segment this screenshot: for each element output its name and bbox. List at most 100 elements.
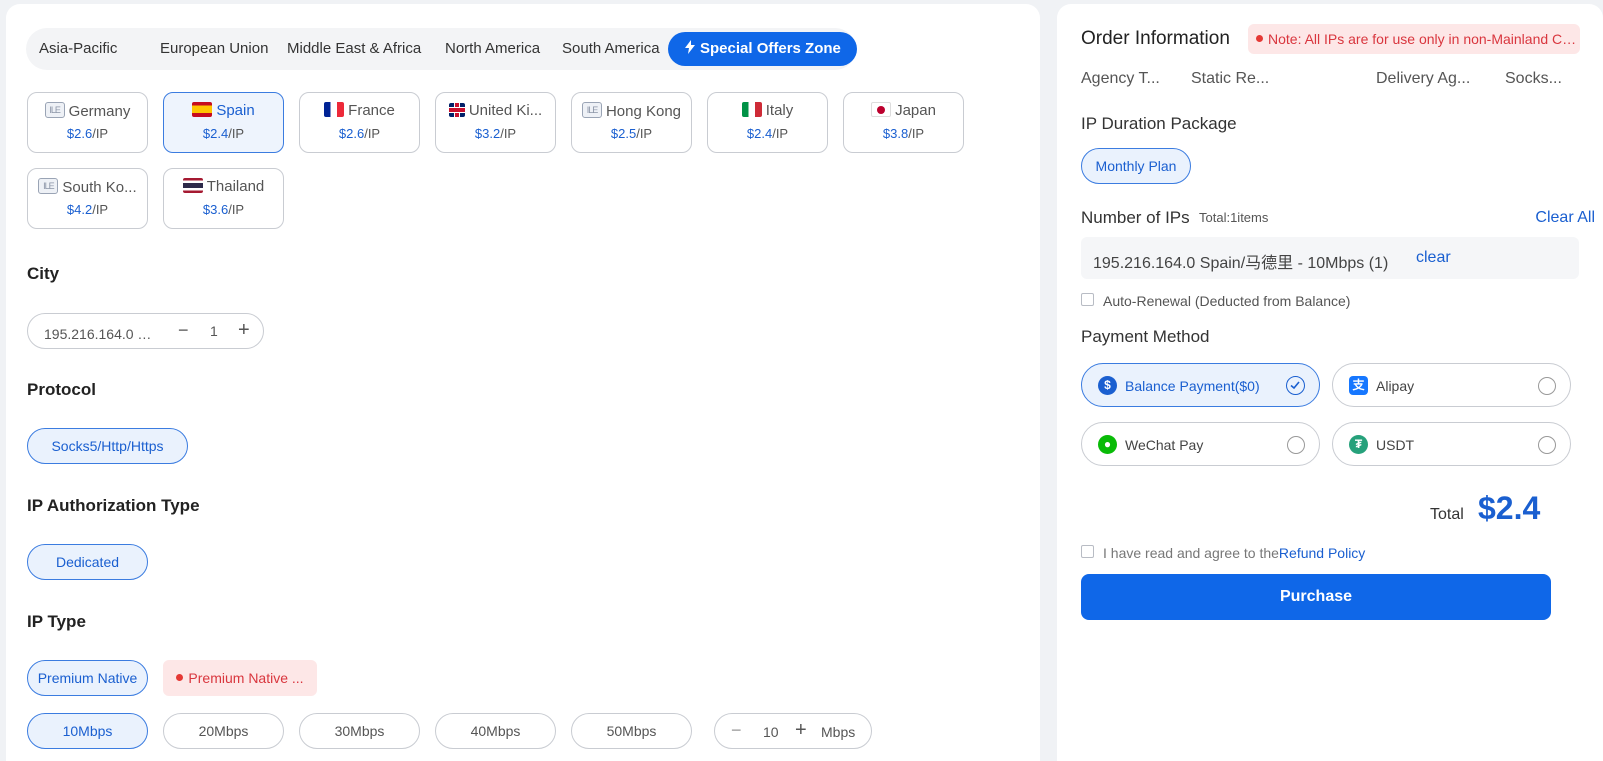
total-value: $2.4 (1478, 490, 1541, 526)
bandwidth-30[interactable]: 30Mbps (299, 713, 420, 749)
tab-european-union[interactable]: European Union (160, 28, 268, 70)
summary-static: Static Re... (1191, 70, 1270, 87)
total-label: Total (1430, 506, 1464, 523)
country-card-spain[interactable]: Spain $2.4/IP (163, 92, 284, 153)
price-unit: /IP (92, 202, 109, 217)
payment-usdt[interactable]: ₮ USDT (1332, 422, 1571, 466)
bandwidth-40[interactable]: 40Mbps (435, 713, 556, 749)
bandwidth-stepper: − 10 + Mbps (714, 713, 872, 749)
city-title: City (27, 264, 60, 283)
ips-title: Number of IPs (1081, 208, 1190, 227)
country-card-united-kingdom[interactable]: United Ki... $3.2/IP (435, 92, 556, 153)
italy-flag-icon (741, 102, 762, 117)
payment-balance-label: Balance Payment($0) (1125, 378, 1260, 394)
price-unit: /IP (92, 126, 109, 141)
refund-policy-link[interactable]: Refund Policy (1279, 545, 1365, 561)
summary-delivery: Delivery Ag... (1376, 70, 1471, 87)
alert-dot-icon (1256, 35, 1263, 42)
summary-socks: Socks... (1505, 70, 1562, 87)
country-price: $3.6 (202, 202, 229, 217)
alert-dot-icon (176, 674, 184, 681)
city-quantity[interactable]: 1 (210, 323, 218, 339)
ip-type-premium-native[interactable]: Premium Native (27, 660, 148, 696)
ip-type-title: IP Type (27, 612, 86, 631)
country-price: $2.4 (746, 126, 773, 141)
country-card-south-korea[interactable]: ILE South Ko... $4.2/IP (27, 168, 148, 229)
auto-renew-label: Auto-Renewal (Deducted from Balance) (1103, 293, 1351, 309)
alipay-icon: 支 (1349, 376, 1368, 395)
city-label: 195.216.164.0 马德里 (44, 326, 162, 342)
ip-type-alt-label: Premium Native ... (188, 670, 304, 686)
check-circle-icon (1286, 376, 1305, 395)
ip-clear-link[interactable]: clear (1416, 249, 1451, 267)
city-stepper: 195.216.164.0 马德里 − 1 + (27, 313, 264, 349)
payment-wechat[interactable]: ● WeChat Pay (1081, 422, 1320, 466)
payment-alipay[interactable]: 支 Alipay (1332, 363, 1571, 407)
agree-label: I have read and agree to the (1103, 545, 1279, 561)
country-card-hong-kong[interactable]: ILE Hong Kong $2.5/IP (571, 92, 692, 153)
radio-icon (1538, 377, 1556, 395)
payment-wechat-label: WeChat Pay (1125, 437, 1204, 453)
country-name: Germany (68, 103, 131, 120)
country-card-italy[interactable]: Italy $2.4/IP (707, 92, 828, 153)
agree-text: I have read and agree to theRefund Polic… (1103, 545, 1365, 561)
minus-icon[interactable]: − (178, 320, 189, 341)
order-panel: Order Information Note: All IPs are for … (1057, 4, 1603, 761)
selected-ip-row: 195.216.164.0 Spain/马德里 - 10Mbps (1) cle… (1081, 237, 1579, 279)
radio-icon (1538, 436, 1556, 454)
country-price: $3.8 (882, 126, 909, 141)
auto-renew-checkbox[interactable] (1081, 293, 1094, 306)
price-unit: /IP (228, 202, 245, 217)
country-name: United Ki... (468, 102, 543, 119)
auth-option-dedicated[interactable]: Dedicated (27, 544, 148, 580)
summary-agency-type: Agency T... (1081, 70, 1160, 87)
payment-balance[interactable]: $ Balance Payment($0) (1081, 363, 1320, 407)
tab-special-offers[interactable]: Special Offers Zone (668, 32, 857, 66)
price-unit: /IP (636, 126, 653, 141)
country-name: France (348, 102, 395, 119)
lightning-icon (685, 40, 695, 54)
protocol-option[interactable]: Socks5/Http/Https (27, 428, 188, 464)
tether-icon: ₮ (1349, 435, 1368, 454)
country-card-thailand[interactable]: Thailand $3.6/IP (163, 168, 284, 229)
price-unit: /IP (500, 126, 517, 141)
japan-flag-icon (871, 102, 892, 117)
duration-title: IP Duration Package (1081, 114, 1237, 133)
bandwidth-50[interactable]: 50Mbps (571, 713, 692, 749)
country-price: $4.2 (66, 202, 93, 217)
country-card-germany[interactable]: ILE Germany $2.6/IP (27, 92, 148, 153)
tab-asia-pacific[interactable]: Asia-Pacific (39, 28, 117, 70)
tab-south-america[interactable]: South America (562, 28, 660, 70)
order-title: Order Information (1081, 28, 1230, 49)
agree-checkbox[interactable] (1081, 545, 1094, 558)
thailand-flag-icon (182, 178, 203, 193)
minus-icon[interactable]: − (731, 720, 742, 741)
payment-title: Payment Method (1081, 327, 1210, 346)
radio-icon (1287, 436, 1305, 454)
plus-icon[interactable]: + (238, 319, 250, 342)
payment-usdt-label: USDT (1376, 437, 1415, 453)
country-price: $3.2 (474, 126, 501, 141)
flag-placeholder-icon: ILE (581, 102, 602, 118)
country-name: Spain (216, 102, 255, 119)
region-tabs: Asia-Pacific European Union Middle East … (26, 28, 857, 70)
payment-alipay-label: Alipay (1376, 378, 1415, 394)
selected-ip-text: 195.216.164.0 Spain/马德里 - 10Mbps (1) (1093, 255, 1389, 272)
bandwidth-10[interactable]: 10Mbps (27, 713, 148, 749)
plus-icon[interactable]: + (795, 719, 807, 742)
duration-monthly-plan[interactable]: Monthly Plan (1081, 148, 1191, 184)
ip-type-premium-native-alt[interactable]: Premium Native ... (163, 660, 317, 696)
country-name: South Ko... (62, 179, 137, 196)
bandwidth-20[interactable]: 20Mbps (163, 713, 284, 749)
country-price: $2.6 (66, 126, 93, 141)
country-card-france[interactable]: France $2.6/IP (299, 92, 420, 153)
tab-north-america[interactable]: North America (445, 28, 540, 70)
country-price: $2.5 (610, 126, 637, 141)
tab-middle-east-africa[interactable]: Middle East & Africa (287, 28, 421, 70)
clear-all-link[interactable]: Clear All (1535, 209, 1595, 227)
country-card-japan[interactable]: Japan $3.8/IP (843, 92, 964, 153)
purchase-button[interactable]: Purchase (1081, 574, 1551, 620)
bandwidth-custom-value[interactable]: 10 (763, 724, 779, 740)
uk-flag-icon (448, 103, 465, 117)
total-items: Total:1items (1199, 210, 1269, 225)
